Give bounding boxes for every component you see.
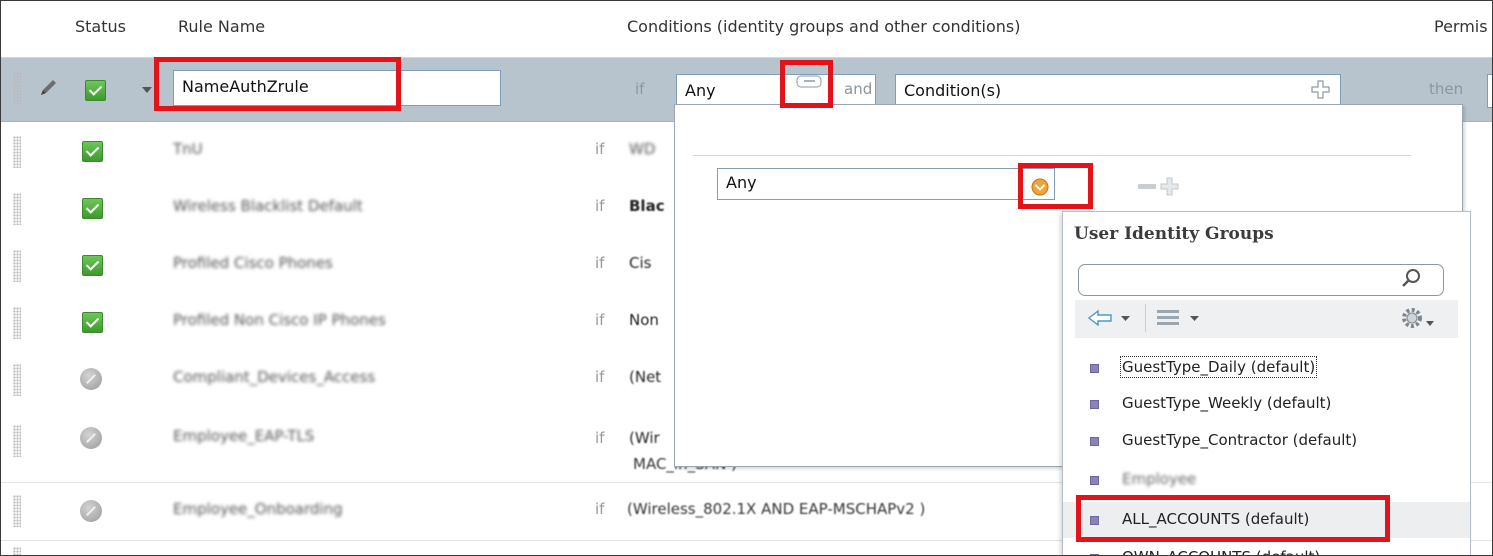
group-icon [1090, 400, 1099, 409]
if-label: if [595, 140, 605, 158]
list-item[interactable]: Employee [1063, 462, 1470, 498]
if-label: if [595, 500, 605, 518]
status-column-header[interactable]: Status [75, 17, 126, 36]
status-enabled-icon[interactable] [82, 141, 103, 162]
add-condition-icon[interactable] [1310, 79, 1332, 101]
status-disabled-icon[interactable] [80, 500, 102, 522]
if-label: if [595, 429, 605, 447]
chevron-down-icon[interactable] [1190, 315, 1200, 322]
group-icon [1090, 437, 1099, 446]
popup-divider [693, 155, 1411, 156]
rule-condition: (Wireless_802.1X AND EAP-MSCHAPv2 ) [627, 500, 926, 518]
rule-name-highlight [154, 57, 401, 111]
add-group-icon[interactable] [1159, 176, 1181, 198]
gear-icon[interactable] [1400, 306, 1436, 332]
pencil-icon[interactable] [37, 76, 61, 100]
list-item[interactable]: GuestType_Weekly (default) [1063, 386, 1470, 422]
table-header: Status Rule Name Conditions (identity gr… [1, 1, 1492, 58]
rule-name[interactable]: Profiled Non Cisco IP Phones [173, 311, 386, 329]
drag-handle-icon[interactable] [13, 495, 21, 527]
list-item[interactable]: GuestType_Daily (default) [1063, 350, 1470, 386]
chevron-down-icon[interactable] [1121, 315, 1131, 322]
rule-name-column-header[interactable]: Rule Name [178, 17, 265, 36]
group-icon [1090, 364, 1099, 373]
identity-groups-search-input[interactable] [1078, 264, 1444, 296]
status-enabled-icon[interactable] [82, 255, 103, 276]
drag-handle-icon[interactable] [13, 193, 21, 225]
status-disabled-icon[interactable] [80, 368, 102, 390]
back-arrow-icon[interactable] [1087, 308, 1113, 328]
drag-handle-icon[interactable] [13, 250, 21, 282]
if-label: if [595, 197, 605, 215]
list-item[interactable]: GuestType_Contractor (default) [1063, 423, 1470, 459]
authorization-policy-table: Status Rule Name Conditions (identity gr… [0, 0, 1493, 556]
dropdown-highlight [1018, 163, 1093, 209]
rule-name[interactable]: Wireless Blacklist Default [173, 197, 363, 215]
toolbar-separator [1145, 304, 1146, 332]
rule-name[interactable]: Employee_EAP-TLS [173, 427, 314, 445]
if-label: if [635, 80, 645, 98]
and-label: and [844, 80, 873, 98]
then-label: then [1429, 80, 1464, 98]
popup-identity-group-field[interactable]: Any [717, 168, 1055, 200]
drag-handle-icon[interactable] [13, 72, 21, 104]
if-label: if [595, 311, 605, 329]
if-label: if [595, 254, 605, 272]
drag-handle-icon[interactable] [13, 547, 21, 555]
identity-groups-title: User Identity Groups [1074, 224, 1274, 244]
rule-name[interactable]: Profiled Cisco Phones [173, 254, 333, 272]
drag-handle-icon[interactable] [13, 307, 21, 339]
identity-picker-highlight [780, 60, 833, 108]
rule-condition: Cis [629, 254, 652, 272]
conditions-column-header[interactable]: Conditions (identity groups and other co… [627, 17, 1021, 36]
drag-handle-icon[interactable] [13, 425, 21, 457]
all-accounts-highlight [1076, 495, 1390, 542]
list-view-icon[interactable] [1156, 308, 1182, 330]
search-icon[interactable] [1400, 268, 1422, 290]
status-enabled-checkbox[interactable] [85, 80, 106, 101]
remove-group-icon[interactable] [1137, 180, 1157, 194]
permissions-column-header[interactable]: Permis [1434, 17, 1488, 36]
permissions-field[interactable] [1487, 74, 1492, 108]
rule-name[interactable]: Employee_Onboarding [173, 500, 343, 518]
status-enabled-icon[interactable] [82, 312, 103, 333]
rule-name[interactable]: Compliant_Devices_Access [173, 368, 375, 386]
list-item[interactable]: OWN_ACCOUNTS (default) [1063, 540, 1470, 555]
status-dropdown-icon[interactable] [142, 86, 152, 94]
rule-condition: Non [629, 311, 659, 329]
rule-condition: Blac [629, 197, 665, 215]
rule-condition: WD [629, 140, 656, 158]
status-disabled-icon[interactable] [80, 427, 102, 449]
drag-handle-icon[interactable] [13, 136, 21, 168]
rule-condition: (Wir [629, 429, 660, 447]
group-icon [1090, 476, 1099, 485]
status-enabled-icon[interactable] [82, 198, 103, 219]
drag-handle-icon[interactable] [13, 364, 21, 396]
rule-condition: (Net [629, 368, 662, 386]
conditions-field[interactable]: Condition(s) [895, 74, 1341, 106]
if-label: if [595, 368, 605, 386]
rule-name[interactable]: TnU [173, 140, 203, 158]
